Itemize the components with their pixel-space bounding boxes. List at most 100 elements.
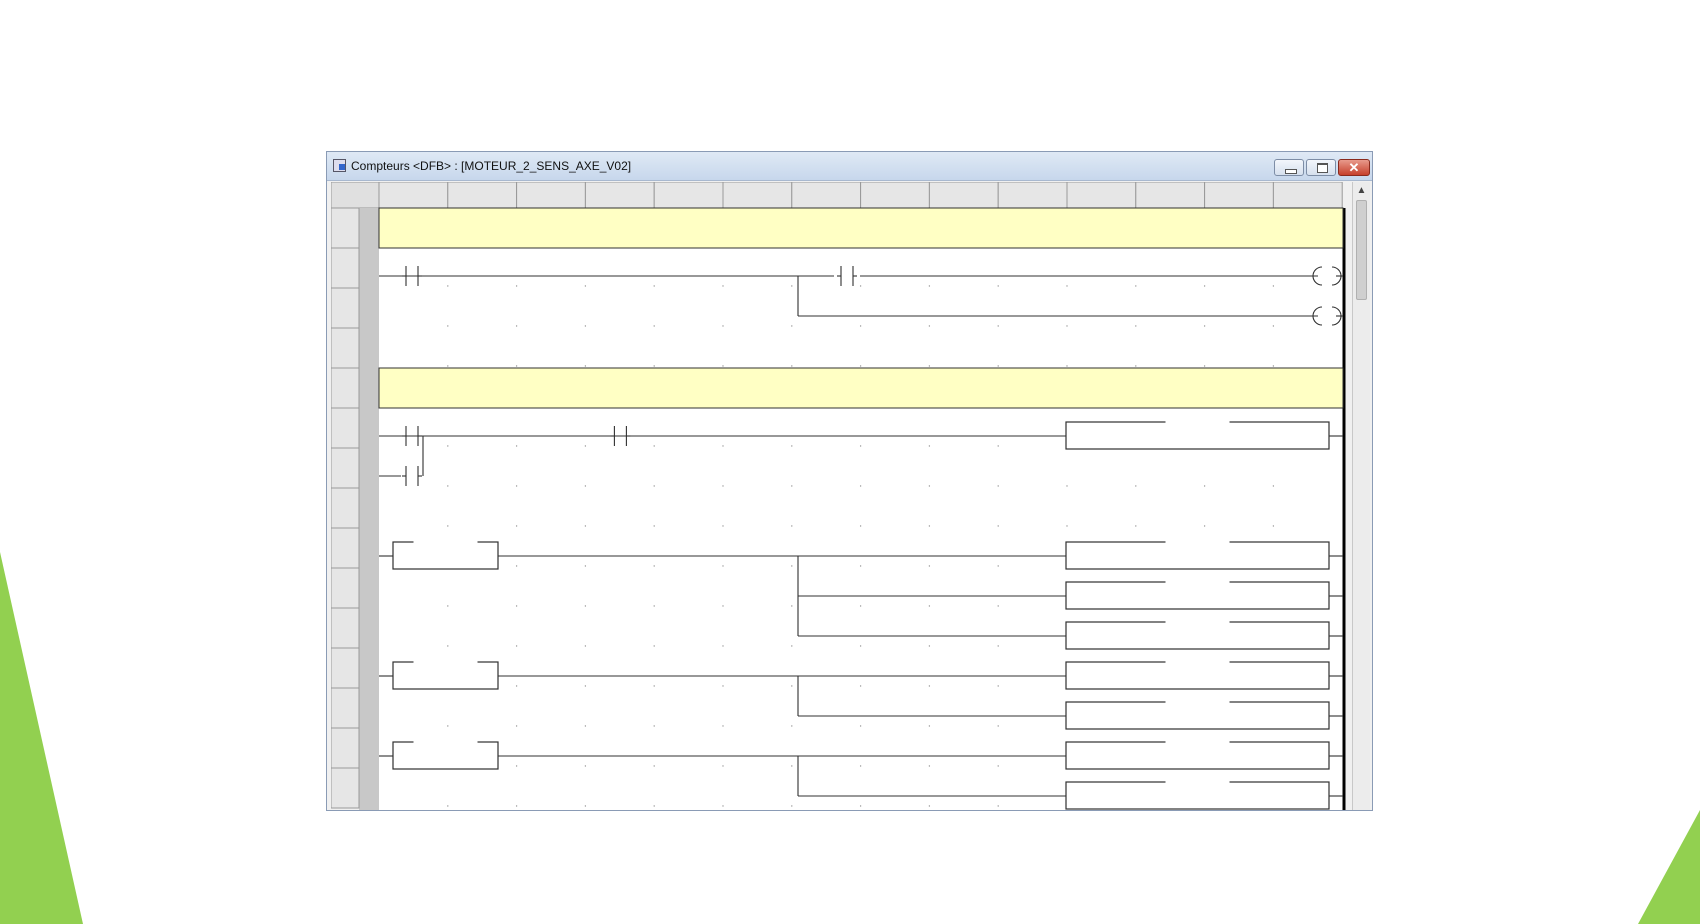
grid-dot <box>791 325 793 327</box>
row-header[interactable] <box>331 407 360 449</box>
minimize-button[interactable] <box>1274 159 1304 176</box>
contact[interactable] <box>835 264 859 288</box>
grid-dot <box>928 805 931 807</box>
operate-block[interactable] <box>1065 421 1330 450</box>
grid-dot <box>515 445 518 447</box>
grid-dot <box>653 645 655 647</box>
ladder-editor-window[interactable]: Compteurs <DFB> : [MOTEUR_2_SENS_AXE_V02… <box>326 151 1373 811</box>
block-title-mask <box>1165 737 1230 745</box>
column-header[interactable] <box>378 182 449 209</box>
comment-bar[interactable] <box>378 367 1344 409</box>
operate-block[interactable] <box>1065 621 1330 650</box>
grid-dot <box>447 445 449 447</box>
grid-dot <box>859 565 862 567</box>
grid-dot <box>584 565 587 567</box>
grid-dot <box>1203 485 1206 487</box>
close-button[interactable]: ✕ <box>1338 159 1370 176</box>
row-header[interactable] <box>331 647 360 689</box>
row-header[interactable] <box>331 567 360 609</box>
grid-dot <box>791 365 793 367</box>
grid-dot <box>584 685 587 687</box>
column-header[interactable] <box>928 182 999 209</box>
grid-dot <box>997 485 999 487</box>
row-header[interactable] <box>331 367 360 409</box>
scroll-thumb[interactable] <box>1356 200 1367 300</box>
maximize-button[interactable] <box>1306 159 1336 176</box>
column-header[interactable] <box>997 182 1068 209</box>
compare-block[interactable] <box>392 741 499 770</box>
row-header[interactable] <box>331 327 360 369</box>
grid-dot <box>859 725 862 727</box>
grid-dot <box>1135 525 1137 527</box>
column-header[interactable] <box>1066 182 1137 209</box>
row-header[interactable] <box>331 727 360 769</box>
comment-bar[interactable] <box>378 207 1344 249</box>
grid-dot <box>515 765 518 767</box>
row-header[interactable] <box>331 447 360 489</box>
operate-block[interactable] <box>1065 741 1330 770</box>
operate-block[interactable] <box>1065 781 1330 810</box>
grid-dot <box>447 525 449 527</box>
block-title-mask <box>1165 657 1230 665</box>
grid-dot <box>928 285 931 287</box>
column-header[interactable] <box>1204 182 1274 209</box>
compare-block[interactable] <box>392 541 499 570</box>
column-header[interactable] <box>791 182 862 209</box>
grid-dot <box>997 605 999 607</box>
column-header[interactable] <box>653 182 724 209</box>
grid-dot <box>653 365 655 367</box>
grid-dot <box>928 365 931 367</box>
row-header[interactable] <box>331 207 360 249</box>
row-header[interactable] <box>331 687 360 729</box>
block-title-mask <box>1165 417 1230 425</box>
coil[interactable] <box>1315 304 1339 328</box>
window-title: Compteurs <DFB> : [MOTEUR_2_SENS_AXE_V02… <box>351 159 632 173</box>
grid-dot <box>859 445 862 447</box>
grid-dot <box>722 485 724 487</box>
grid-dot <box>1272 325 1275 327</box>
grid-dot <box>928 605 931 607</box>
contact[interactable] <box>400 424 424 448</box>
compare-block[interactable] <box>392 661 499 690</box>
left-rail-bar <box>359 208 379 810</box>
grid-dot <box>722 605 724 607</box>
ladder-diagram[interactable] <box>331 182 1352 811</box>
column-header[interactable] <box>722 182 793 209</box>
column-header[interactable] <box>447 182 518 209</box>
grid-dot <box>1203 325 1206 327</box>
contact[interactable] <box>400 464 424 488</box>
grid-dot <box>515 605 518 607</box>
grid-dot <box>653 285 655 287</box>
window-titlebar[interactable]: Compteurs <DFB> : [MOTEUR_2_SENS_AXE_V02… <box>327 152 1372 181</box>
row-header[interactable] <box>331 247 360 289</box>
grid-dot <box>928 685 931 687</box>
grid-dot <box>997 645 999 647</box>
column-header[interactable] <box>1272 182 1343 209</box>
contact[interactable] <box>400 264 424 288</box>
row-header[interactable] <box>331 527 360 569</box>
operate-block[interactable] <box>1065 701 1330 730</box>
grid-dot <box>997 325 999 327</box>
operate-block[interactable] <box>1065 541 1330 570</box>
operate-block[interactable] <box>1065 581 1330 610</box>
grid-dot <box>515 565 518 567</box>
vertical-scrollbar[interactable]: ▲ <box>1352 182 1370 810</box>
column-header[interactable] <box>1135 182 1206 209</box>
column-header[interactable] <box>584 182 655 209</box>
scroll-up-arrow-icon[interactable]: ▲ <box>1353 182 1370 199</box>
grid-dot <box>722 565 724 567</box>
contact[interactable] <box>608 424 632 448</box>
grid-dot <box>653 805 655 807</box>
grid-dot <box>928 645 931 647</box>
row-header[interactable] <box>331 767 360 809</box>
grid-dot <box>928 565 931 567</box>
column-header[interactable] <box>860 182 930 209</box>
column-header[interactable] <box>516 182 586 209</box>
grid-dot <box>1135 285 1137 287</box>
coil[interactable] <box>1315 264 1339 288</box>
row-header[interactable] <box>331 487 360 529</box>
row-header[interactable] <box>331 287 360 329</box>
row-header[interactable] <box>331 607 360 649</box>
grid-dot <box>859 645 862 647</box>
operate-block[interactable] <box>1065 661 1330 690</box>
